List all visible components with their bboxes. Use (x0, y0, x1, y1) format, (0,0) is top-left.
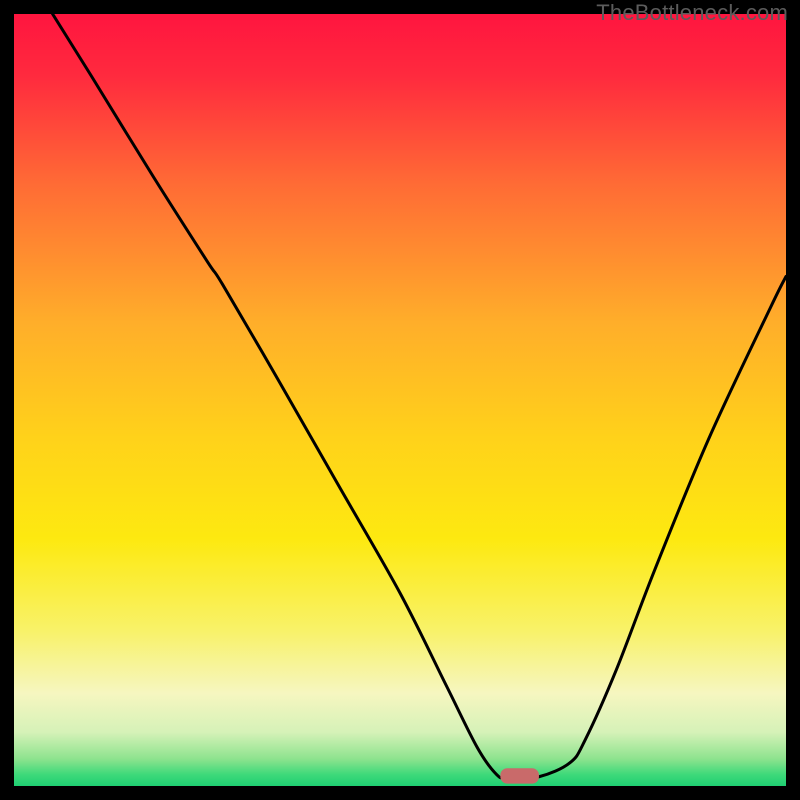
watermark-text: TheBottleneck.com (596, 0, 788, 26)
chart-container: TheBottleneck.com (0, 0, 800, 800)
plot-area (14, 14, 786, 786)
optimal-marker (500, 768, 539, 783)
bottleneck-chart (14, 14, 786, 786)
gradient-background (14, 14, 786, 786)
